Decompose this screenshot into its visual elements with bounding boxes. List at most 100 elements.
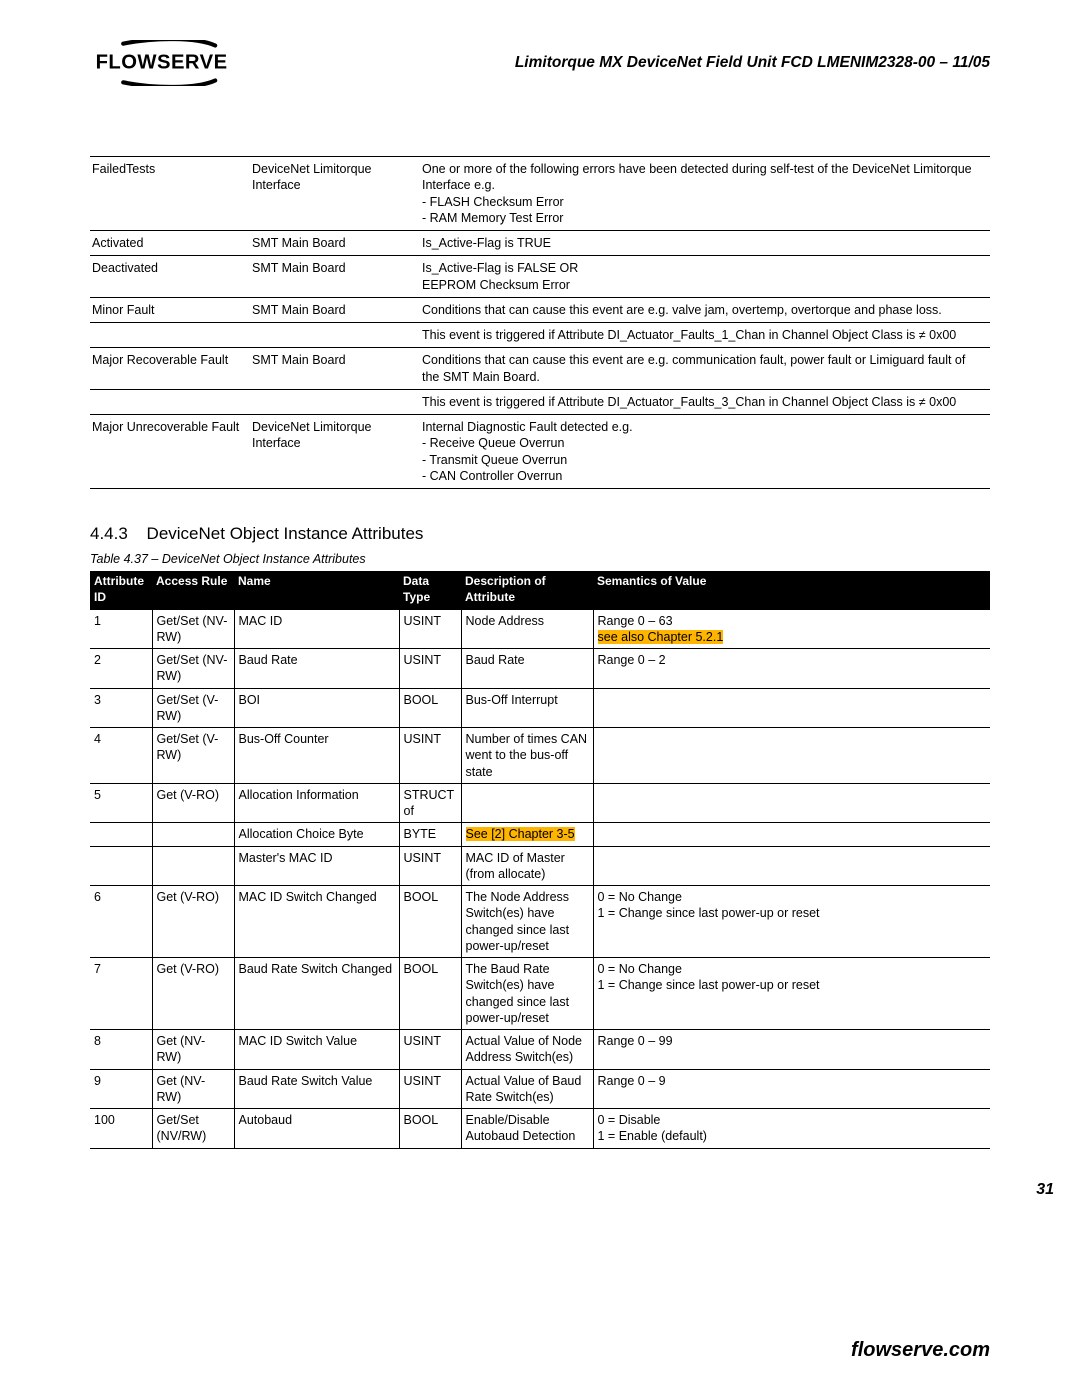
- attr-sem: [593, 783, 990, 823]
- attr-rule: Get/Set (V-RW): [152, 728, 234, 784]
- attr-rule: Get (V-RO): [152, 886, 234, 958]
- event-desc: Internal Diagnostic Fault detected e.g.-…: [420, 415, 990, 489]
- event-desc: Conditions that can cause this event are…: [420, 348, 990, 390]
- attr-id: 8: [90, 1030, 152, 1070]
- attr-rule: Get/Set (NV-RW): [152, 649, 234, 689]
- logo-text: FLOWSERVE: [96, 52, 228, 74]
- attr-name: Allocation Choice Byte: [234, 823, 399, 846]
- attr-subrow: Allocation Choice ByteBYTESee [2] Chapte…: [90, 823, 990, 846]
- attr-sem: [593, 728, 990, 784]
- attr-sem: Range 0 – 9: [593, 1069, 990, 1109]
- event-source: DeviceNet Limitorque Interface: [250, 415, 420, 489]
- col-semantics: Semantics of Value: [593, 571, 990, 609]
- event-desc: Is_Active-Flag is FALSE OREEPROM Checksu…: [420, 256, 990, 298]
- attr-type: STRUCT of: [399, 783, 461, 823]
- col-attribute-id: Attribute ID: [90, 571, 152, 609]
- flowserve-logo-icon: FLOWSERVE: [90, 40, 230, 86]
- attr-name: MAC ID Switch Value: [234, 1030, 399, 1070]
- document-title: Limitorque MX DeviceNet Field Unit FCD L…: [515, 53, 990, 73]
- attr-sem: Range 0 – 2: [593, 649, 990, 689]
- attr-id: 5: [90, 783, 152, 823]
- attr-row: 8Get (NV-RW)MAC ID Switch ValueUSINTActu…: [90, 1030, 990, 1070]
- attr-name: Bus-Off Counter: [234, 728, 399, 784]
- events-row: Major Unrecoverable FaultDeviceNet Limit…: [90, 415, 990, 489]
- attr-desc: See [2] Chapter 3-5: [461, 823, 593, 846]
- attr-rule: Get (V-RO): [152, 783, 234, 823]
- event-name: Activated: [90, 231, 250, 256]
- event-desc: Is_Active-Flag is TRUE: [420, 231, 990, 256]
- attr-row: 1Get/Set (NV-RW)MAC IDUSINTNode AddressR…: [90, 609, 990, 649]
- events-row: Major Recoverable FaultSMT Main BoardCon…: [90, 348, 990, 390]
- attr-row: 4Get/Set (V-RW)Bus-Off CounterUSINTNumbe…: [90, 728, 990, 784]
- attr-row: 7Get (V-RO)Baud Rate Switch ChangedBOOLT…: [90, 958, 990, 1030]
- attr-desc: Actual Value of Node Address Switch(es): [461, 1030, 593, 1070]
- event-name: Deactivated: [90, 256, 250, 298]
- attr-desc: Baud Rate: [461, 649, 593, 689]
- attr-name: MAC ID Switch Changed: [234, 886, 399, 958]
- attr-desc: Node Address: [461, 609, 593, 649]
- attr-desc: Enable/Disable Autobaud Detection: [461, 1109, 593, 1149]
- attr-id: 1: [90, 609, 152, 649]
- event-source: DeviceNet Limitorque Interface: [250, 157, 420, 231]
- col-access-rule: Access Rule: [152, 571, 234, 609]
- attr-name: Autobaud: [234, 1109, 399, 1149]
- attr-rule: Get/Set (NV/RW): [152, 1109, 234, 1149]
- footer-url: flowserve.com: [851, 1337, 990, 1363]
- attr-desc: MAC ID of Master (from allocate): [461, 846, 593, 886]
- attr-id: [90, 846, 152, 886]
- col-data-type: Data Type: [399, 571, 461, 609]
- attr-row: 5Get (V-RO)Allocation InformationSTRUCT …: [90, 783, 990, 823]
- attr-sem: [593, 688, 990, 728]
- events-table: FailedTestsDeviceNet Limitorque Interfac…: [90, 156, 990, 489]
- attr-row: 100Get/Set (NV/RW)AutobaudBOOLEnable/Dis…: [90, 1109, 990, 1149]
- attr-row: 6Get (V-RO)MAC ID Switch ChangedBOOLThe …: [90, 886, 990, 958]
- attr-rule: [152, 846, 234, 886]
- attr-type: USINT: [399, 1030, 461, 1070]
- attr-id: 6: [90, 886, 152, 958]
- attr-rule: Get/Set (NV-RW): [152, 609, 234, 649]
- attr-id: 4: [90, 728, 152, 784]
- attr-type: BOOL: [399, 886, 461, 958]
- attr-name: Baud Rate Switch Changed: [234, 958, 399, 1030]
- page-header: FLOWSERVE Limitorque MX DeviceNet Field …: [90, 40, 990, 86]
- page-number: 31: [1036, 1180, 1054, 1201]
- attr-desc: Number of times CAN went to the bus-off …: [461, 728, 593, 784]
- events-row-extra: This event is triggered if Attribute DI_…: [90, 323, 990, 348]
- flowserve-logo: FLOWSERVE: [90, 40, 230, 86]
- event-source: SMT Main Board: [250, 348, 420, 390]
- attr-id: 3: [90, 688, 152, 728]
- attr-sem: Range 0 – 63see also Chapter 5.2.1: [593, 609, 990, 649]
- event-desc-extra: This event is triggered if Attribute DI_…: [420, 389, 990, 414]
- col-description: Description of Attribute: [461, 571, 593, 609]
- attr-name: MAC ID: [234, 609, 399, 649]
- attr-desc: [461, 783, 593, 823]
- attr-type: USINT: [399, 649, 461, 689]
- attr-sem: [593, 823, 990, 846]
- events-row-extra: This event is triggered if Attribute DI_…: [90, 389, 990, 414]
- attr-name: Allocation Information: [234, 783, 399, 823]
- attr-subrow: Master's MAC IDUSINTMAC ID of Master (fr…: [90, 846, 990, 886]
- attr-desc: The Node Address Switch(es) have changed…: [461, 886, 593, 958]
- events-row: Minor FaultSMT Main BoardConditions that…: [90, 297, 990, 322]
- attr-id: 100: [90, 1109, 152, 1149]
- section-number: 4.4.3: [90, 523, 128, 545]
- attr-rule: Get (NV-RW): [152, 1030, 234, 1070]
- attr-type: BOOL: [399, 688, 461, 728]
- event-name: Major Unrecoverable Fault: [90, 415, 250, 489]
- attr-desc: Actual Value of Baud Rate Switch(es): [461, 1069, 593, 1109]
- attr-rule: Get (NV-RW): [152, 1069, 234, 1109]
- attr-sem: Range 0 – 99: [593, 1030, 990, 1070]
- attr-desc: The Baud Rate Switch(es) have changed si…: [461, 958, 593, 1030]
- attr-type: USINT: [399, 728, 461, 784]
- attr-name: Baud Rate: [234, 649, 399, 689]
- event-name: Minor Fault: [90, 297, 250, 322]
- attr-rule: Get (V-RO): [152, 958, 234, 1030]
- attr-type: BOOL: [399, 958, 461, 1030]
- attribute-table: Attribute ID Access Rule Name Data Type …: [90, 571, 990, 1148]
- attr-sem: 0 = No Change1 = Change since last power…: [593, 958, 990, 1030]
- table-caption: Table 4.37 – DeviceNet Object Instance A…: [90, 551, 990, 567]
- events-row: DeactivatedSMT Main BoardIs_Active-Flag …: [90, 256, 990, 298]
- event-source: SMT Main Board: [250, 256, 420, 298]
- attr-type: USINT: [399, 1069, 461, 1109]
- attr-id: 7: [90, 958, 152, 1030]
